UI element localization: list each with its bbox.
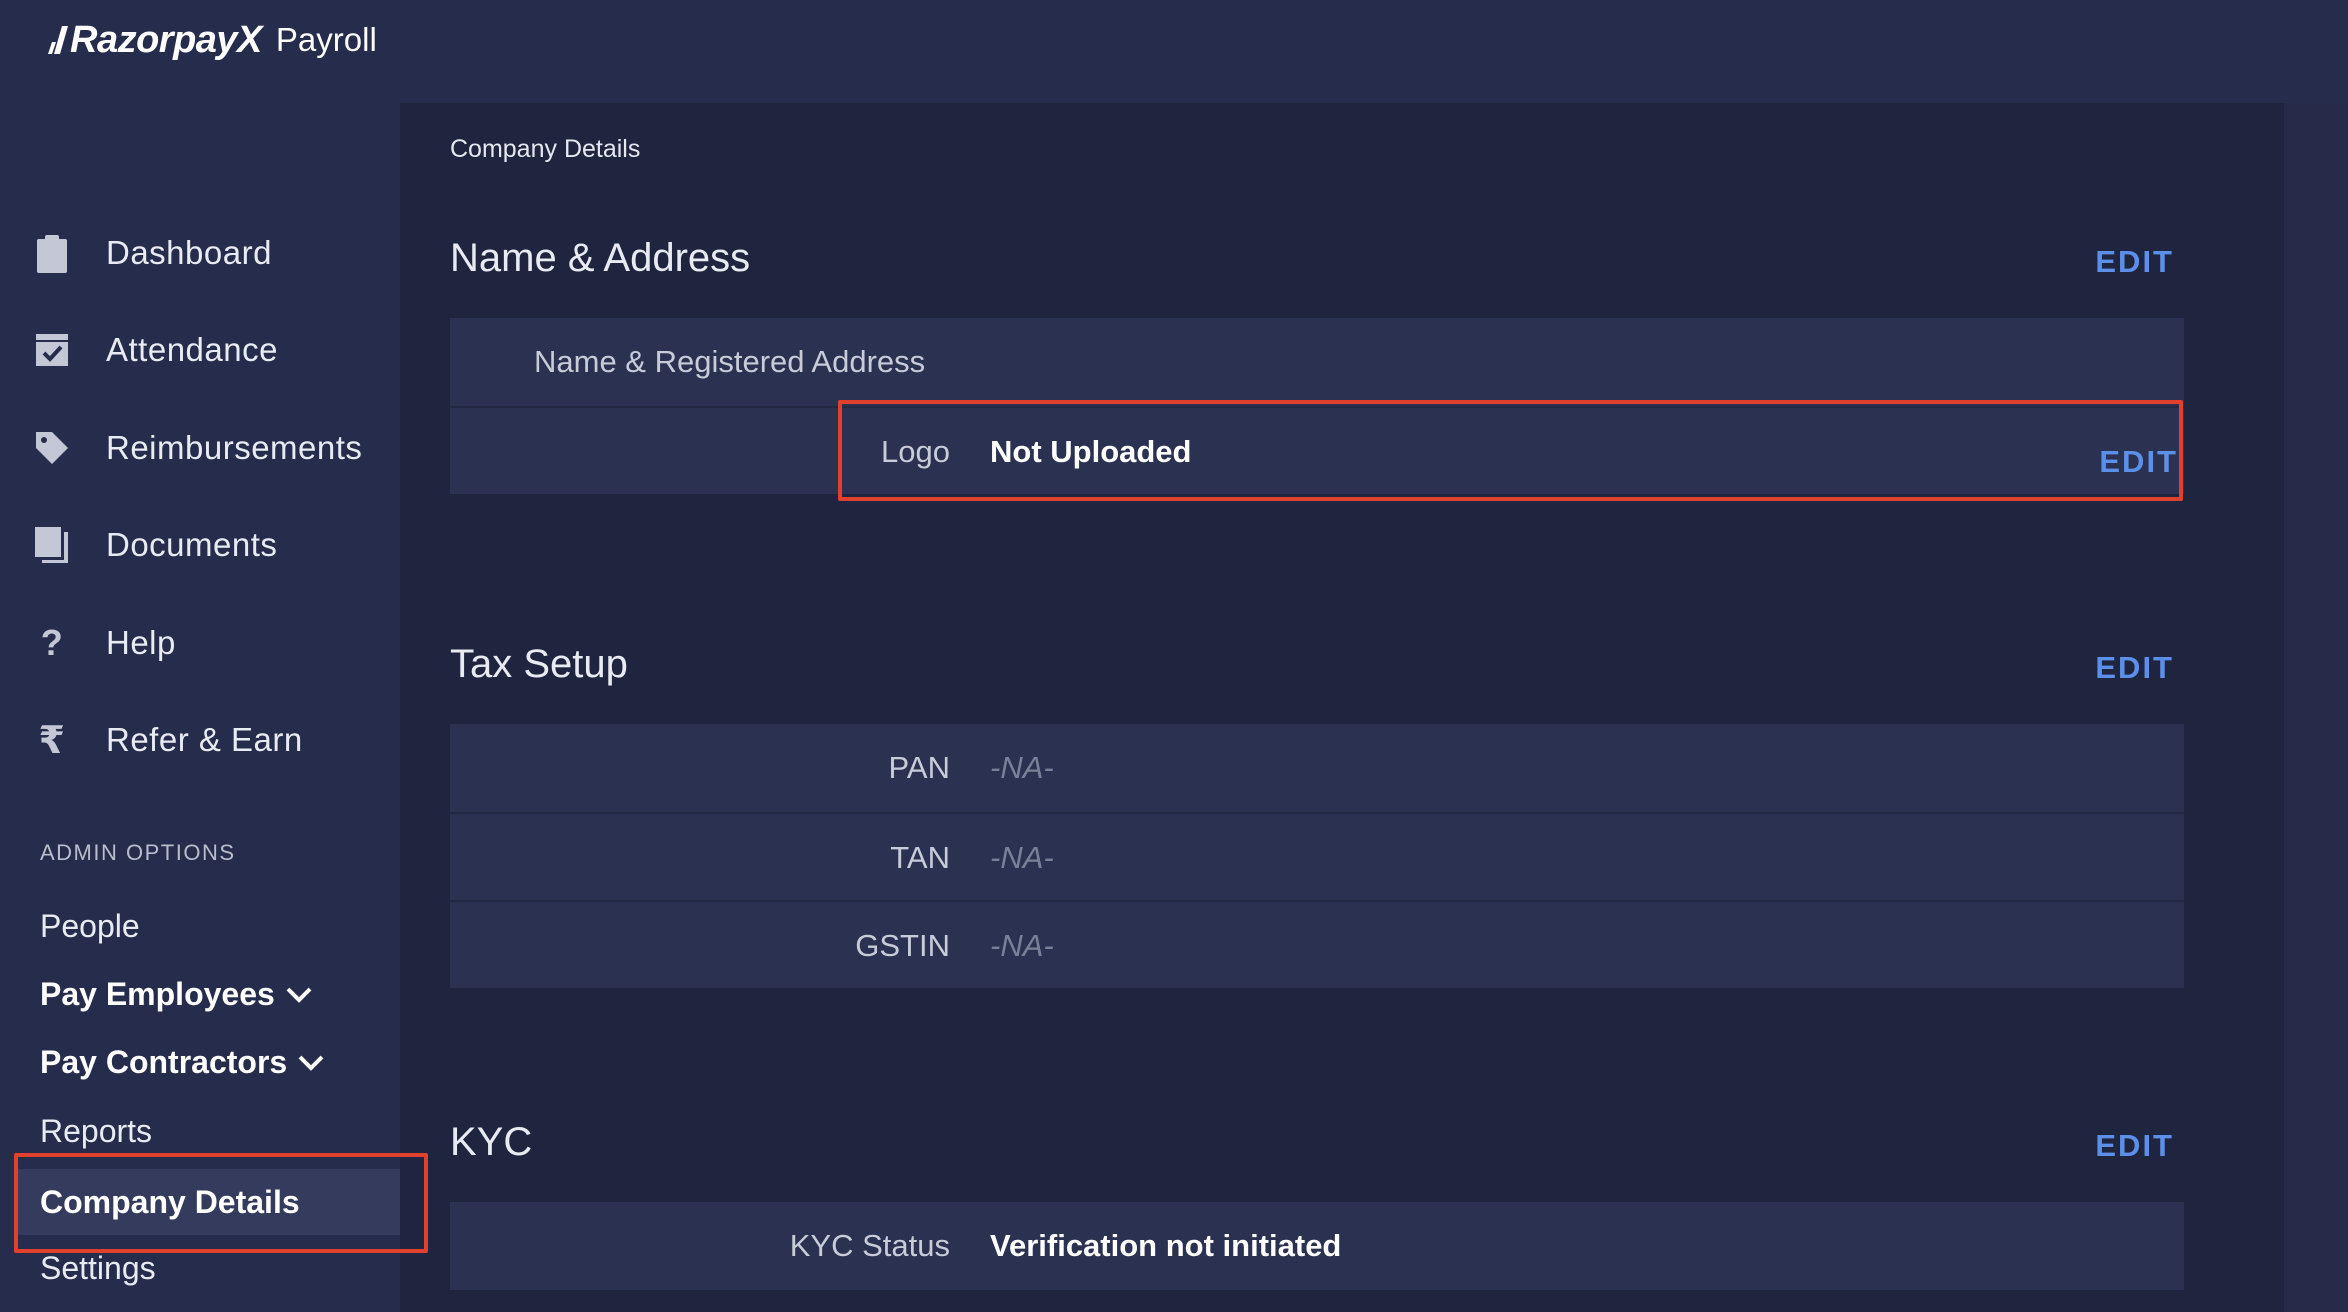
sidebar-item-label: Settings	[40, 1250, 156, 1286]
registered-address-row: Name & Registered Address	[450, 318, 2184, 406]
help-icon: ?	[40, 622, 64, 663]
chevron-down-icon	[298, 1055, 324, 1071]
sidebar-item-help[interactable]: ? Help	[34, 613, 176, 673]
clipboard-icon	[34, 233, 70, 273]
sidebar-item-settings[interactable]: Settings	[40, 1250, 156, 1287]
tan-label: TAN	[890, 840, 950, 875]
name-address-title: Name & Address	[450, 236, 751, 280]
calendar-check-icon	[34, 330, 70, 370]
razorpayx-logo: RazorpayX	[48, 19, 262, 62]
kyc-title: KYC	[450, 1120, 533, 1164]
sidebar-item-label: Pay Contractors	[40, 1044, 288, 1080]
company-details-highlight	[14, 1153, 428, 1253]
sidebar-item-reimbursements[interactable]: Reimbursements	[34, 418, 362, 478]
sidebar-item-label: People	[40, 908, 140, 944]
breadcrumb: Company Details	[450, 135, 641, 163]
sidebar-item-label: Documents	[106, 526, 278, 563]
kyc-status-row: KYC Status Verification not initiated	[450, 1202, 2184, 1290]
pan-row: PAN -NA-	[450, 724, 2184, 812]
name-address-edit-button[interactable]: EDIT	[2095, 244, 2174, 280]
chevron-down-icon	[286, 987, 312, 1003]
sidebar-item-people[interactable]: People	[40, 908, 140, 945]
tan-value: -NA-	[990, 840, 1054, 875]
sidebar: Dashboard Attendance Reimbursements Docu…	[0, 103, 400, 1312]
sidebar-item-pay-contractors[interactable]: Pay Contractors	[40, 1044, 325, 1081]
kyc-status-value: Verification not initiated	[990, 1228, 1342, 1263]
right-gutter	[2284, 103, 2348, 1312]
sidebar-item-pay-employees[interactable]: Pay Employees	[40, 976, 313, 1013]
tax-setup-edit-button[interactable]: EDIT	[2095, 650, 2174, 686]
kyc-edit-button[interactable]: EDIT	[2095, 1128, 2174, 1164]
tax-setup-card: PAN -NA- TAN -NA- GSTIN -NA-	[450, 724, 2184, 988]
sidebar-item-reports[interactable]: Reports	[40, 1113, 152, 1150]
documents-icon	[34, 525, 70, 565]
main-content: Company Details Name & Address EDIT Name…	[400, 103, 2284, 1312]
gstin-value: -NA-	[990, 928, 1054, 963]
sidebar-item-label: Attendance	[106, 331, 278, 368]
kyc-card: KYC Status Verification not initiated	[450, 1202, 2184, 1290]
gstin-label: GSTIN	[855, 928, 950, 963]
top-bar: RazorpayX Payroll	[0, 0, 2348, 103]
pan-label: PAN	[888, 750, 950, 785]
sidebar-item-attendance[interactable]: Attendance	[34, 320, 278, 380]
kyc-status-label: KYC Status	[789, 1228, 950, 1263]
gstin-row: GSTIN -NA-	[450, 900, 2184, 988]
sidebar-item-label: Dashboard	[106, 234, 272, 271]
sidebar-item-label: Help	[106, 624, 176, 661]
brand-name: RazorpayX	[70, 18, 262, 61]
sidebar-item-label: Pay Employees	[40, 976, 275, 1012]
sidebar-item-label: Reports	[40, 1113, 153, 1149]
tag-icon	[34, 428, 70, 468]
admin-options-label: ADMIN OPTIONS	[40, 840, 236, 865]
sidebar-item-documents[interactable]: Documents	[34, 515, 277, 575]
sidebar-item-dashboard[interactable]: Dashboard	[34, 223, 272, 283]
pan-value: -NA-	[990, 750, 1054, 785]
logo-row-highlight	[838, 400, 2183, 501]
product-name: Payroll	[275, 21, 377, 58]
brand-logo[interactable]: RazorpayX Payroll	[48, 12, 377, 68]
razorpay-mark-icon	[48, 25, 68, 54]
rupee-icon: ₹	[38, 719, 66, 762]
registered-address-label: Name & Registered Address	[534, 344, 926, 379]
sidebar-item-label: Reimbursements	[106, 429, 363, 466]
tan-row: TAN -NA-	[450, 812, 2184, 900]
sidebar-item-label: Refer & Earn	[106, 721, 303, 758]
tax-setup-title: Tax Setup	[450, 642, 628, 686]
sidebar-item-refer-earn[interactable]: ₹ Refer & Earn	[34, 710, 303, 770]
